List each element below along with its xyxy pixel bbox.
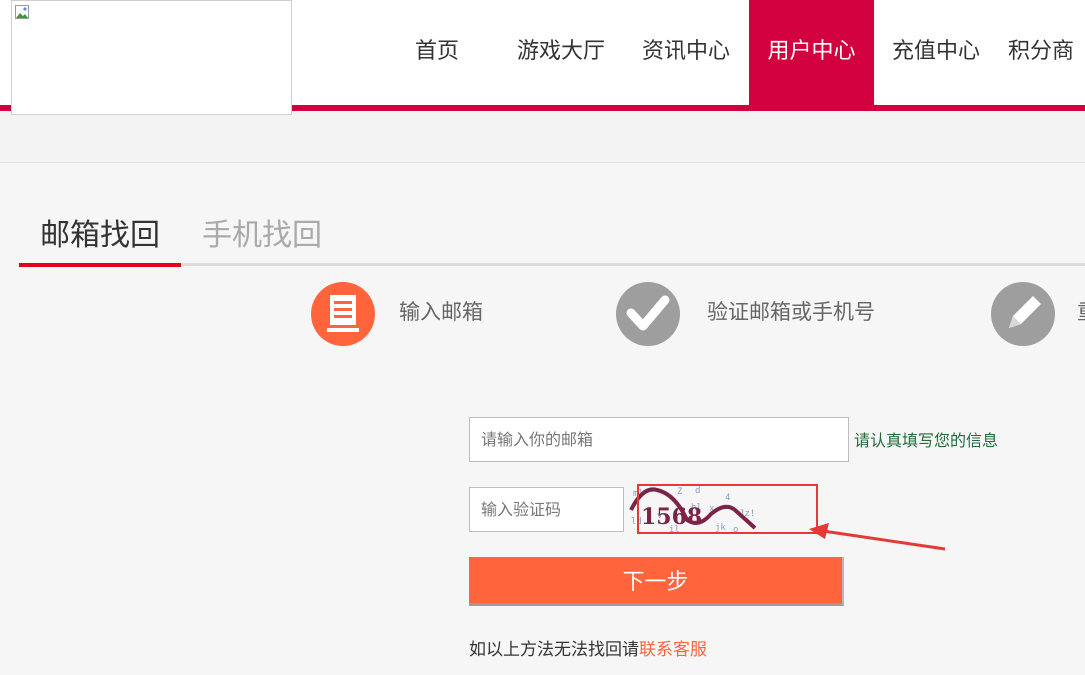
nav-item-points-mall[interactable]: 积分商 — [1008, 0, 1085, 105]
active-tab-indicator — [19, 263, 181, 267]
check-icon — [616, 282, 680, 346]
broken-image-icon — [15, 5, 29, 19]
email-hint: 请认真填写您的信息 — [854, 431, 999, 450]
step-1-label: 输入邮箱 — [399, 300, 483, 324]
edit-list-icon — [311, 282, 375, 346]
nav-item-news-center[interactable]: 资讯中心 — [624, 0, 748, 105]
breadcrumb-band — [0, 111, 1085, 163]
captcha-input[interactable] — [469, 487, 624, 532]
captcha-highlight-box — [637, 484, 818, 534]
next-step-button[interactable]: 下一步 — [469, 557, 844, 606]
tab-email-recovery[interactable]: 邮箱找回 — [40, 210, 160, 254]
step-3-label: 重 — [1077, 296, 1085, 326]
help-text-label: 如以上方法无法找回请 — [469, 640, 639, 660]
contact-support-link[interactable]: 联系客服 — [639, 640, 707, 660]
annotation-arrow — [809, 523, 946, 551]
logo[interactable] — [11, 0, 292, 115]
help-text: 如以上方法无法找回请联系客服 — [469, 635, 707, 660]
nav-item-recharge-center[interactable]: 充值中心 — [874, 0, 998, 105]
nav-item-home[interactable]: 首页 — [401, 0, 473, 105]
nav-item-game-hall[interactable]: 游戏大厅 — [499, 0, 623, 105]
tab-phone-recovery[interactable]: 手机找回 — [202, 210, 322, 254]
step-2-label: 验证邮箱或手机号 — [707, 300, 875, 324]
nav-item-user-center[interactable]: 用户中心 — [749, 0, 874, 105]
pencil-icon — [991, 282, 1055, 346]
email-input[interactable] — [469, 417, 849, 462]
